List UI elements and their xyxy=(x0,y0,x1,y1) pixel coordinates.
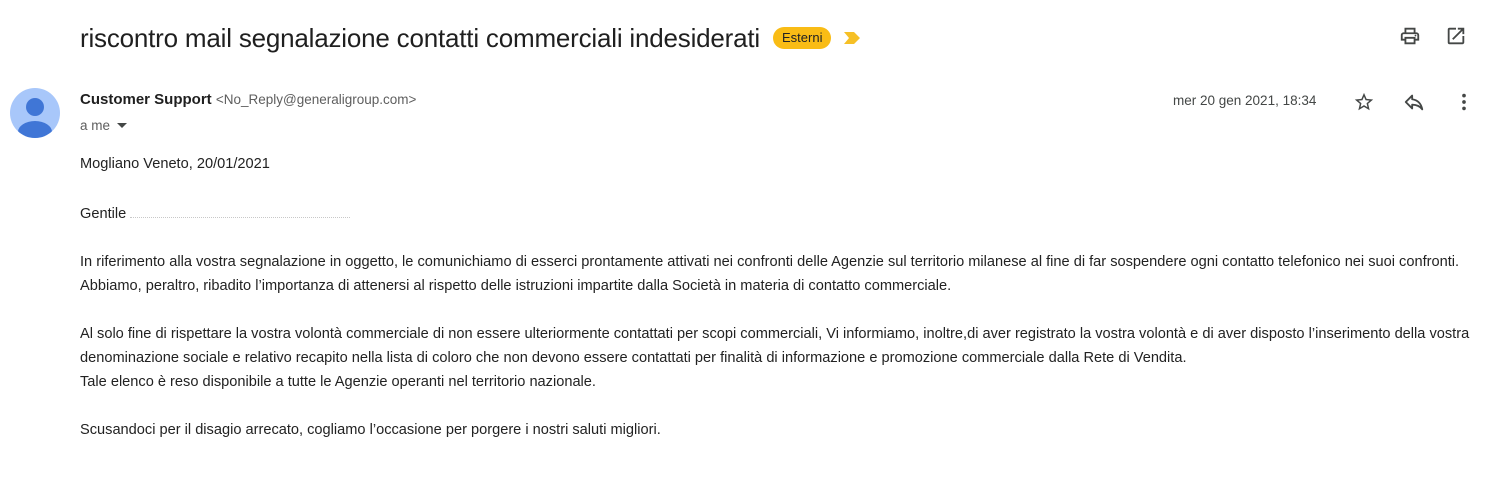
recipient-details-toggle[interactable]: a me xyxy=(80,118,128,133)
body-paragraph-4: Scusandoci per il disagio arrecato, cogl… xyxy=(80,422,661,438)
body-paragraph-3: Tale elenco è reso disponibile a tutte l… xyxy=(80,374,596,390)
message-actions xyxy=(1352,90,1476,114)
importance-marker-icon[interactable] xyxy=(843,31,861,45)
reply-icon[interactable] xyxy=(1402,90,1426,114)
star-icon[interactable] xyxy=(1352,90,1376,114)
label-badge-esterni[interactable]: Esterni xyxy=(773,27,832,49)
sender-name[interactable]: Customer Support xyxy=(80,91,212,108)
greeting-text: Gentile xyxy=(80,206,127,222)
sender-line: Customer Support <No_Reply@generaligroup… xyxy=(80,91,416,108)
body-paragraph-2: Al solo fine di rispettare la vostra vol… xyxy=(80,326,1470,366)
chevron-down-icon[interactable] xyxy=(117,123,128,128)
redacted-name xyxy=(130,207,351,218)
place-date-line: Mogliano Veneto, 20/01/2021 xyxy=(80,156,270,172)
sender-email: <No_Reply@generaligroup.com> xyxy=(215,92,417,107)
more-vert-icon[interactable] xyxy=(1452,90,1476,114)
print-icon[interactable] xyxy=(1398,24,1422,48)
subject-row: riscontro mail segnalazione contatti com… xyxy=(80,18,861,58)
avatar[interactable] xyxy=(10,88,60,138)
recipient-label: a me xyxy=(80,118,111,133)
message-date: mer 20 gen 2021, 18:34 xyxy=(1173,93,1317,108)
body-paragraph-1: In riferimento alla vostra segnalazione … xyxy=(80,254,1460,294)
thread-toolbar xyxy=(1398,24,1468,48)
open-in-new-window-icon[interactable] xyxy=(1444,24,1468,48)
greeting-line: Gentile xyxy=(80,202,1470,226)
message-body: Mogliano Veneto, 20/01/2021 Gentile In r… xyxy=(80,152,1470,442)
email-subject: riscontro mail segnalazione contatti com… xyxy=(80,22,760,53)
